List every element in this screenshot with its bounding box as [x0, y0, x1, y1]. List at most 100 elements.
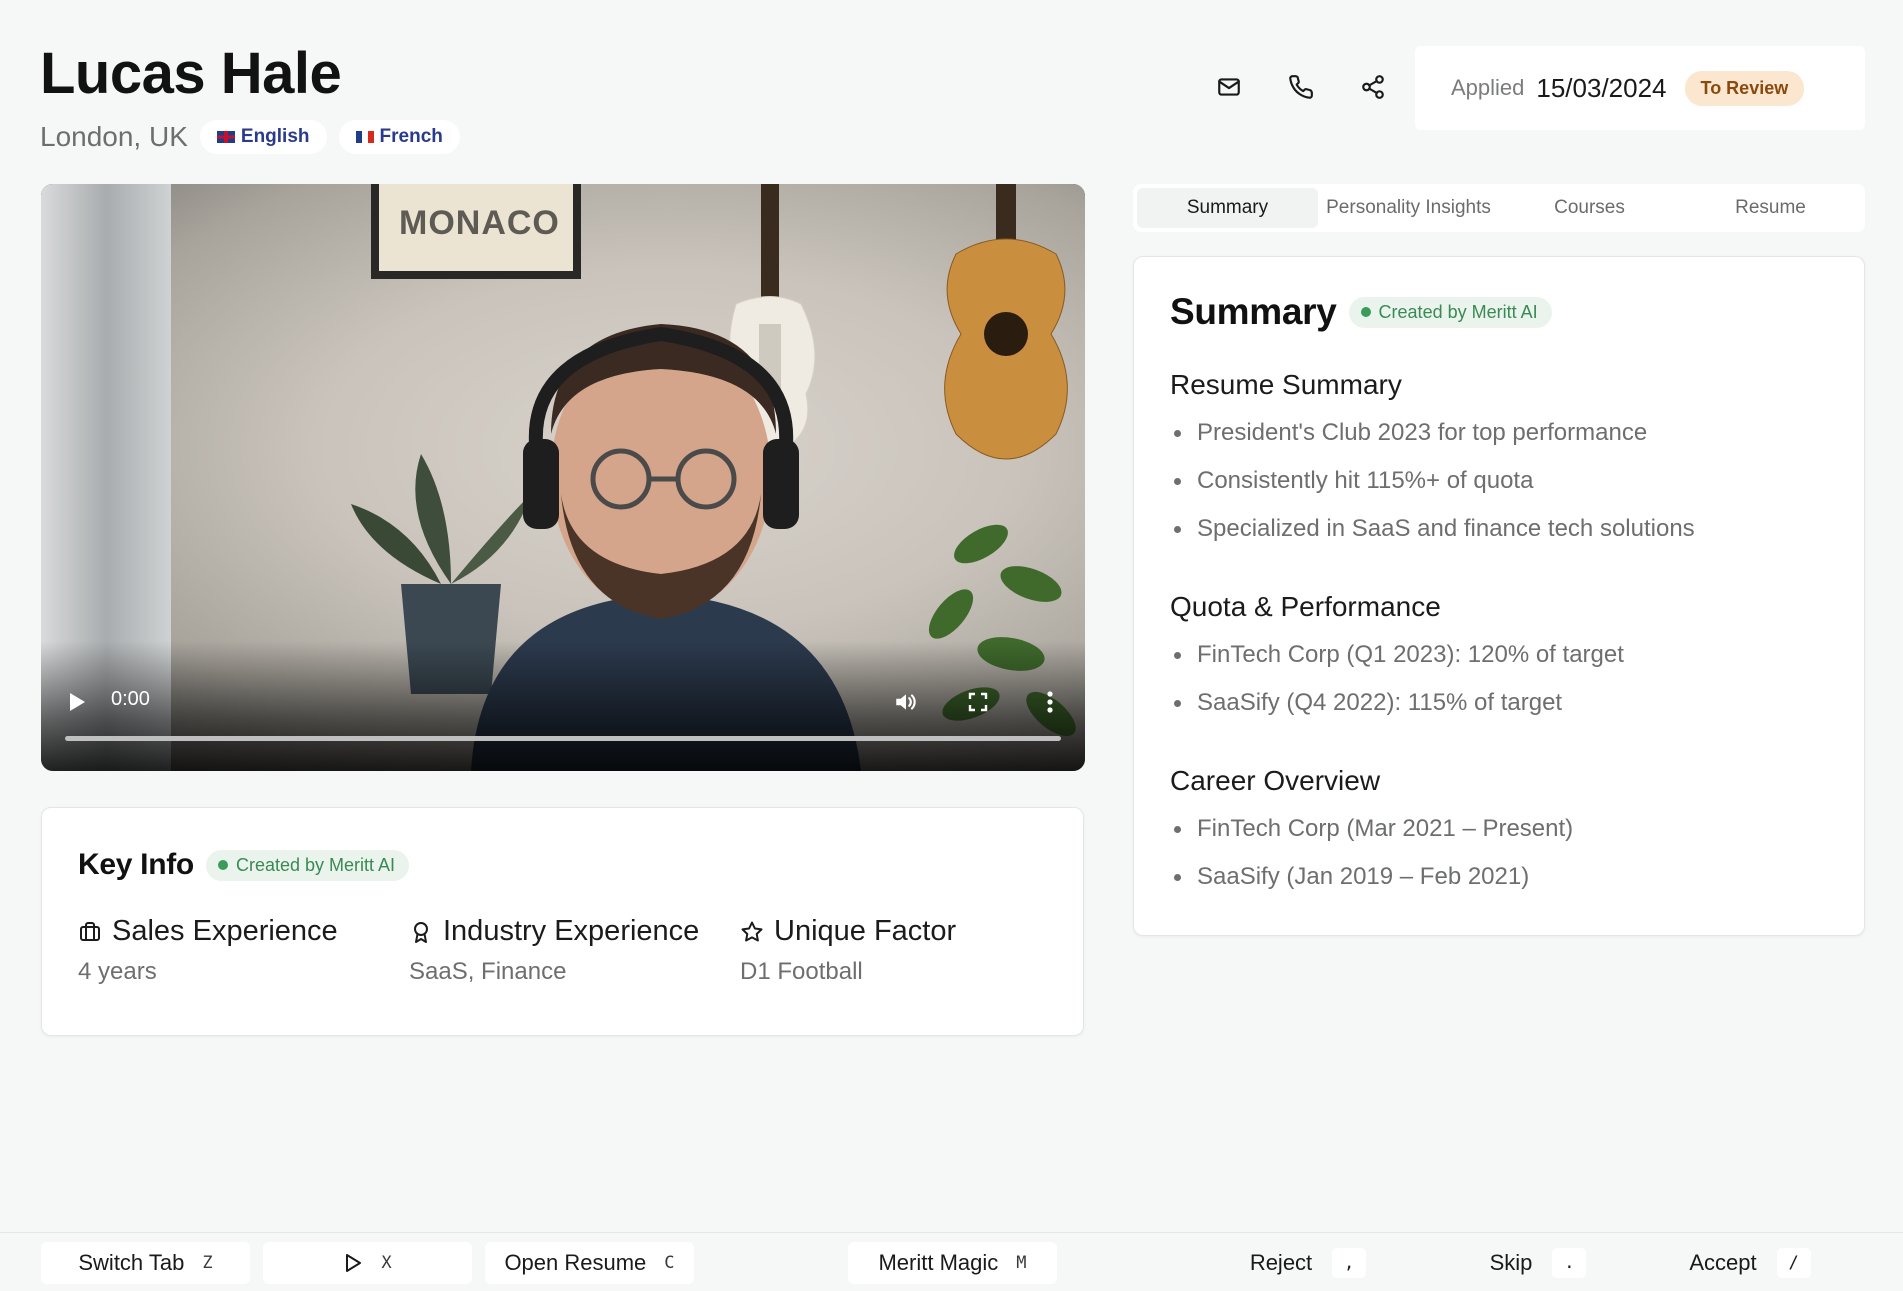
shortcut-bar: Switch Tab Z X Open Resume C Meritt Magi… — [0, 1232, 1903, 1291]
ai-badge-label: Created by Meritt AI — [235, 854, 396, 875]
language-pill-french: French — [338, 120, 460, 154]
poster-text: MONACO — [399, 204, 560, 242]
play-icon — [346, 1254, 362, 1272]
video-fullscreen-button[interactable] — [956, 680, 1000, 724]
resume-summary-section: Resume Summary President's Club 2023 for… — [1170, 369, 1695, 553]
tab-courses[interactable]: Courses — [1499, 188, 1680, 228]
section-heading: Resume Summary — [1170, 369, 1402, 400]
switch-tab-label: Switch Tab — [78, 1250, 185, 1275]
volume-icon — [896, 694, 916, 710]
language-label: English — [240, 126, 310, 147]
list-item: SaaSify (Q4 2022): 115% of target — [1170, 679, 1624, 727]
play-video-button[interactable]: X — [263, 1242, 472, 1284]
ai-generated-badge: Created by Meritt AI — [205, 849, 410, 881]
shortcut-key: . — [1552, 1248, 1587, 1278]
bullet-icon — [1174, 873, 1181, 881]
list-item-text: Specialized in SaaS and finance tech sol… — [1197, 515, 1695, 542]
candidate-location: London, UK — [40, 121, 188, 152]
list-item: President's Club 2023 for top performanc… — [1170, 409, 1695, 457]
bullet-icon — [1174, 825, 1181, 833]
video-time: 0:00 — [111, 688, 150, 710]
summary-title: Summary — [1170, 291, 1337, 332]
video-volume-button[interactable] — [884, 680, 928, 724]
status-dot-icon — [217, 860, 228, 870]
share-button[interactable] — [1349, 63, 1397, 111]
key-info-value: D1 Football — [740, 958, 863, 985]
profile-tabs: Summary Personality Insights Courses Res… — [1133, 184, 1865, 232]
career-overview-section: Career Overview FinTech Corp (Mar 2021 –… — [1170, 765, 1573, 901]
shortcut-key: M — [1016, 1253, 1027, 1273]
open-resume-label: Open Resume — [504, 1250, 647, 1275]
phone-icon — [1289, 75, 1313, 99]
shortcut-key: , — [1332, 1248, 1367, 1278]
video-poster: MONACO — [371, 184, 581, 279]
bullet-icon — [1174, 699, 1181, 707]
application-status-box: Applied 15/03/2024 To Review — [1415, 46, 1865, 130]
mail-icon — [1218, 78, 1240, 96]
open-resume-button[interactable]: Open Resume C — [485, 1242, 694, 1284]
accept-button[interactable]: Accept / — [1670, 1242, 1830, 1284]
key-info-value: 4 years — [78, 958, 157, 985]
bullet-icon — [1174, 525, 1181, 533]
meritt-magic-button[interactable]: Meritt Magic M — [848, 1242, 1057, 1284]
list-item-text: Consistently hit 115%+ of quota — [1197, 467, 1534, 494]
candidate-meta: London, UK English French — [40, 120, 460, 154]
fullscreen-icon — [968, 692, 988, 712]
key-info-sales-experience: Sales Experience 4 years — [78, 915, 338, 986]
acoustic-guitar-image — [944, 184, 1068, 460]
interview-video-player[interactable]: MONACO 0:00 — [41, 184, 1085, 771]
tab-personality-insights[interactable]: Personality Insights — [1318, 188, 1499, 228]
more-vertical-icon — [1047, 691, 1053, 713]
skip-button[interactable]: Skip . — [1468, 1242, 1608, 1284]
shortcut-key: / — [1776, 1248, 1811, 1278]
summary-card: Summary Created by Meritt AI Resume Summ… — [1133, 256, 1865, 936]
email-button[interactable] — [1205, 63, 1253, 111]
applied-label: Applied — [1451, 75, 1525, 100]
reject-button[interactable]: Reject , — [1238, 1242, 1378, 1284]
shortcut-key: C — [664, 1253, 675, 1273]
ai-generated-badge: Created by Meritt AI — [1348, 296, 1552, 328]
list-item: Consistently hit 115%+ of quota — [1170, 457, 1695, 505]
shortcut-key: X — [381, 1253, 392, 1273]
ai-badge-label: Created by Meritt AI — [1378, 301, 1538, 322]
share-icon — [1362, 75, 1384, 99]
bullet-icon — [1174, 429, 1181, 437]
section-heading: Career Overview — [1170, 765, 1381, 796]
applied-date: 15/03/2024 — [1536, 72, 1667, 103]
switch-tab-button[interactable]: Switch Tab Z — [41, 1242, 250, 1284]
accept-label: Accept — [1689, 1250, 1757, 1275]
list-item-text: SaaSify (Q4 2022): 115% of target — [1197, 689, 1563, 716]
video-play-button[interactable] — [55, 680, 99, 724]
video-controls-shade — [41, 641, 1085, 771]
video-more-options-button[interactable] — [1028, 680, 1072, 724]
list-item: Specialized in SaaS and finance tech sol… — [1170, 505, 1695, 553]
tab-resume[interactable]: Resume — [1680, 188, 1861, 228]
reject-label: Reject — [1249, 1250, 1313, 1275]
list-item-text: SaaSify (Jan 2019 – Feb 2021) — [1197, 863, 1530, 890]
key-info-industry-experience: Industry Experience SaaS, Finance — [409, 915, 699, 986]
list-item: FinTech Corp (Mar 2021 – Present) — [1170, 805, 1573, 853]
key-info-label: Sales Experience — [112, 915, 338, 947]
list-item-text: FinTech Corp (Mar 2021 – Present) — [1197, 815, 1574, 842]
shortcut-key: Z — [202, 1253, 213, 1273]
tab-summary[interactable]: Summary — [1137, 188, 1318, 228]
summary-header: Summary Created by Meritt AI — [1170, 291, 1552, 333]
briefcase-icon — [80, 921, 100, 941]
language-pill-english: English — [199, 120, 327, 154]
bullet-icon — [1174, 651, 1181, 659]
status-badge: To Review — [1684, 70, 1805, 106]
quota-performance-section: Quota & Performance FinTech Corp (Q1 202… — [1170, 591, 1624, 727]
bullet-icon — [1174, 477, 1181, 485]
video-seek-bar[interactable] — [65, 736, 1061, 741]
candidate-name: Lucas Hale — [40, 41, 342, 106]
language-label: French — [379, 126, 443, 147]
key-info-value: SaaS, Finance — [409, 958, 567, 985]
star-icon — [741, 921, 763, 941]
list-item-text: FinTech Corp (Q1 2023): 120% of target — [1197, 641, 1624, 668]
call-button[interactable] — [1277, 63, 1325, 111]
key-info-unique-factor: Unique Factor D1 Football — [740, 915, 956, 986]
key-info-title: Key Info — [78, 848, 194, 881]
play-icon — [70, 693, 85, 711]
france-flag-icon — [355, 131, 374, 143]
meritt-magic-label: Meritt Magic — [878, 1250, 999, 1275]
